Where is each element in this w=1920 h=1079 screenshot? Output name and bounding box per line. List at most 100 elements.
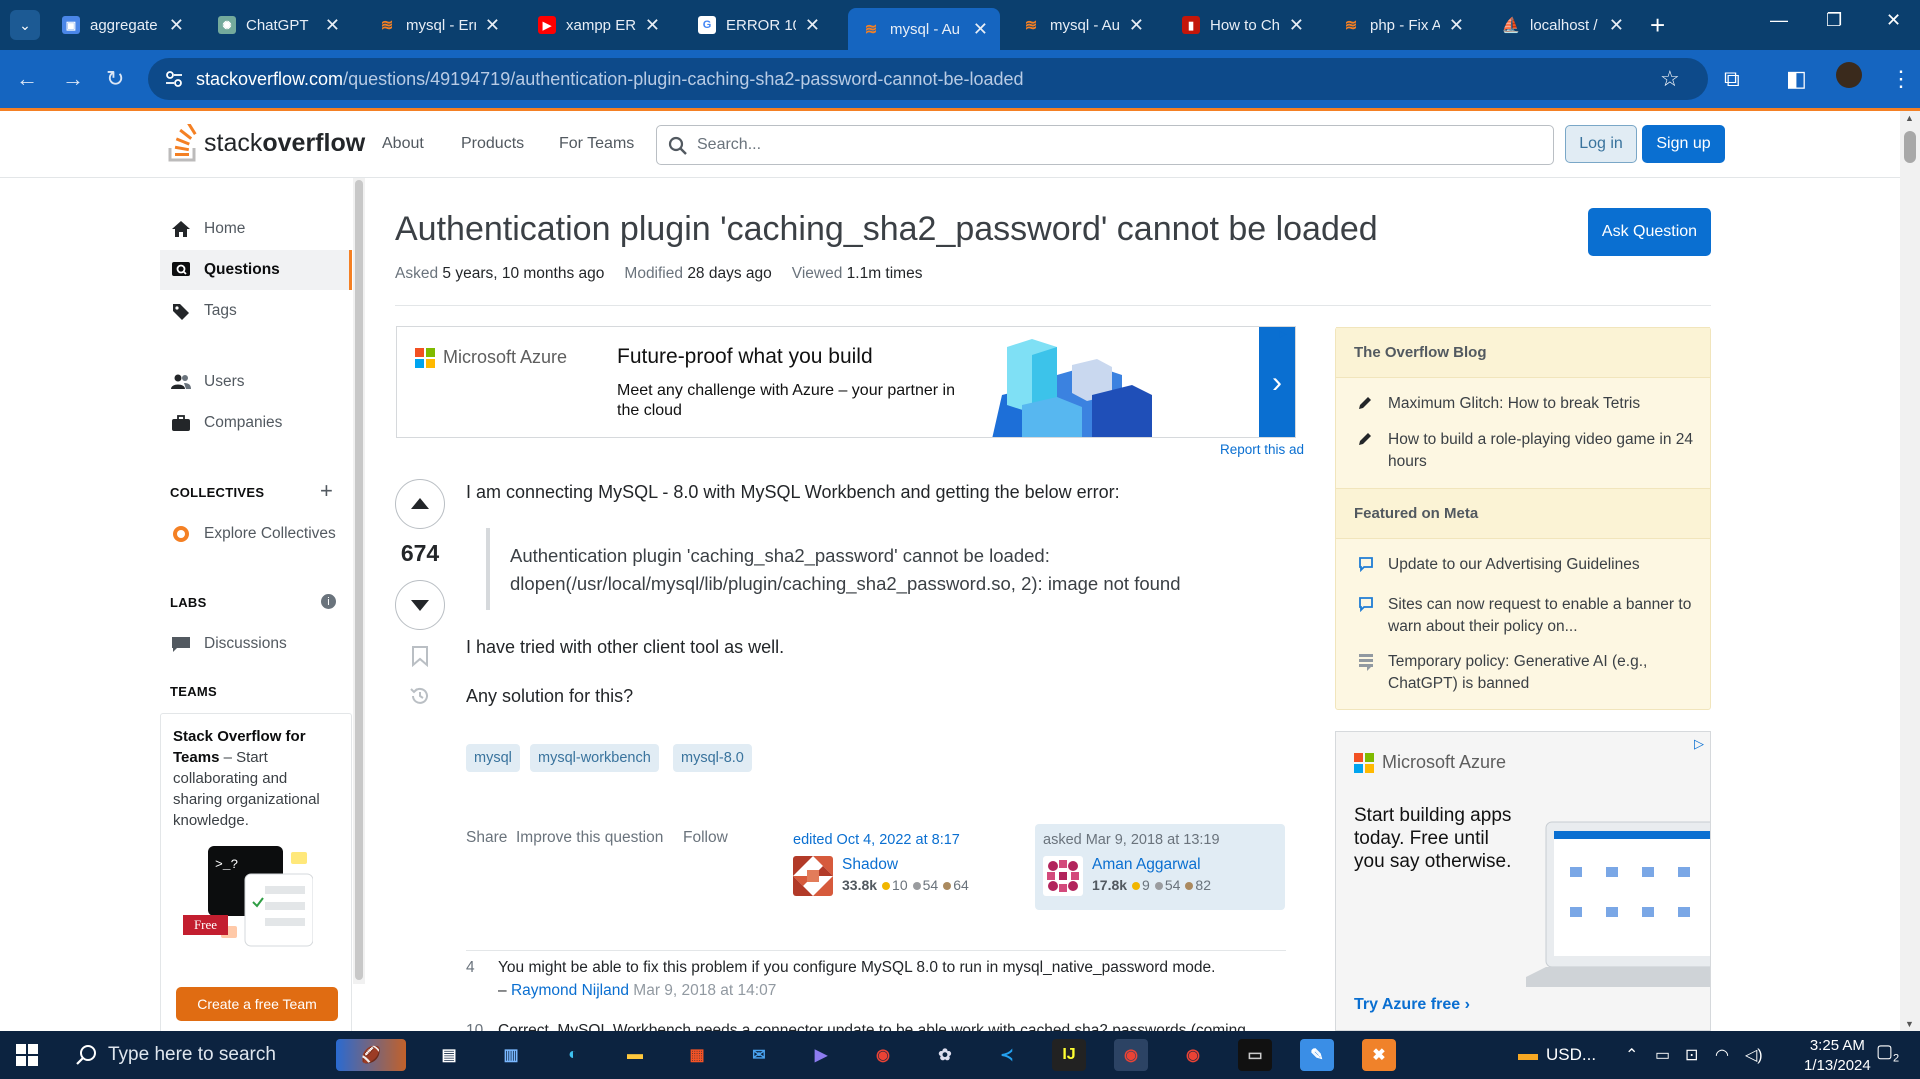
terminal-icon[interactable]: ▭ bbox=[1238, 1039, 1272, 1071]
scrollbar-thumb[interactable] bbox=[1904, 131, 1916, 163]
task-view-icon[interactable]: ▤ bbox=[432, 1039, 466, 1071]
close-icon[interactable]: ✕ bbox=[169, 15, 184, 36]
ask-question-button[interactable]: Ask Question bbox=[1588, 208, 1711, 256]
question-title[interactable]: Authentication plugin 'caching_sha2_pass… bbox=[395, 210, 1378, 249]
login-button[interactable]: Log in bbox=[1565, 125, 1637, 163]
sidebar-item-discussions[interactable]: Discussions bbox=[160, 624, 352, 664]
sidepanel-icon[interactable]: ◧ bbox=[1786, 66, 1807, 92]
chrome-work-icon[interactable]: ◉ bbox=[1176, 1039, 1210, 1071]
address-bar[interactable]: stackoverflow.com/questions/49194719/aut… bbox=[148, 58, 1708, 100]
edited-time-link[interactable]: edited Oct 4, 2022 at 8:17 bbox=[793, 832, 983, 848]
close-icon[interactable]: ✕ bbox=[805, 15, 820, 36]
back-icon[interactable]: ← bbox=[16, 66, 38, 92]
browser-tab[interactable]: ≋ mysql - Au ✕ bbox=[1008, 8, 1156, 42]
sidebar-item-questions[interactable]: Questions bbox=[160, 250, 352, 290]
chrome-icon[interactable]: ◉ bbox=[866, 1039, 900, 1071]
browser-tab[interactable]: ▮ How to Ch ✕ bbox=[1168, 8, 1316, 42]
scroll-down-icon[interactable]: ▼ bbox=[1905, 1019, 1914, 1029]
meta-post-link[interactable]: Sites can now request to enable a banner… bbox=[1358, 594, 1698, 638]
blog-post-link[interactable]: How to build a role-playing video game i… bbox=[1358, 429, 1698, 473]
meta-post-link[interactable]: Update to our Advertising Guidelines bbox=[1358, 554, 1698, 579]
profile-avatar[interactable] bbox=[1836, 62, 1862, 88]
browser-tab[interactable]: ✺ ChatGPT ✕ bbox=[204, 8, 352, 42]
downvote-button[interactable] bbox=[395, 580, 445, 630]
page-scrollbar[interactable]: ▲ ▼ bbox=[1900, 111, 1920, 1031]
nav-about[interactable]: About bbox=[382, 135, 424, 153]
mail-icon[interactable]: ✉ bbox=[742, 1039, 776, 1071]
bookmark-icon[interactable] bbox=[411, 645, 429, 667]
browser-tab[interactable]: G ERROR 104 ✕ bbox=[684, 8, 832, 42]
windows-start-icon[interactable] bbox=[16, 1044, 38, 1066]
intellij-icon[interactable]: IJ bbox=[1052, 1039, 1086, 1071]
adchoices-icon[interactable]: ▷ bbox=[1279, 329, 1293, 343]
add-collective-icon[interactable]: + bbox=[320, 478, 333, 504]
scroll-up-icon[interactable]: ▲ bbox=[1905, 113, 1914, 123]
browser-tab[interactable]: ≋ php - Fix A ✕ bbox=[1328, 8, 1476, 42]
browser-tab[interactable]: ≋ mysql - Err ✕ bbox=[364, 8, 512, 42]
xampp-icon[interactable]: ✖ bbox=[1362, 1039, 1396, 1071]
chrome-profile-icon[interactable]: ◉ bbox=[1114, 1039, 1148, 1071]
sidebar-item-home[interactable]: Home bbox=[160, 209, 352, 249]
weather-widget[interactable]: ▬ USD... bbox=[1518, 1043, 1596, 1066]
create-team-button[interactable]: Create a free Team bbox=[176, 987, 338, 1021]
site-info-icon[interactable] bbox=[164, 69, 184, 89]
tab-search-button[interactable]: ⌄ bbox=[10, 10, 40, 40]
editor-icon[interactable]: ✎ bbox=[1300, 1039, 1334, 1071]
sidebar-ad[interactable]: Microsoft Azure Start building apps toda… bbox=[1335, 731, 1711, 1031]
browser-tab[interactable]: ▶ xampp ERR ✕ bbox=[524, 8, 672, 42]
nav-products[interactable]: Products bbox=[461, 135, 524, 153]
battery-icon[interactable]: ▭ bbox=[1655, 1045, 1670, 1065]
ad-cta-link[interactable]: Try Azure free › bbox=[1354, 996, 1470, 1014]
new-tab-button[interactable]: + bbox=[1650, 10, 1665, 41]
asker-name[interactable]: Aman Aggarwal bbox=[1092, 856, 1211, 874]
blog-post-link[interactable]: Maximum Glitch: How to break Tetris bbox=[1358, 393, 1698, 417]
stackoverflow-logo[interactable]: stack overflow bbox=[168, 123, 365, 163]
volume-icon[interactable]: ◁) bbox=[1745, 1045, 1763, 1065]
user-avatar[interactable] bbox=[1043, 856, 1083, 896]
browser-tab-active[interactable]: ≋ mysql - Au ✕ bbox=[848, 8, 1000, 50]
notifications-icon[interactable]: ▢2 bbox=[1876, 1041, 1899, 1065]
close-icon[interactable]: ✕ bbox=[485, 15, 500, 36]
network-icon[interactable]: ⊡ bbox=[1685, 1045, 1698, 1065]
taskbar-search-box[interactable]: Type here to search bbox=[60, 1031, 330, 1079]
info-icon[interactable]: i bbox=[321, 594, 336, 609]
browser-tab[interactable]: ▣ aggregate ✕ bbox=[48, 8, 196, 42]
bookmark-star-icon[interactable]: ☆ bbox=[1660, 66, 1680, 92]
history-icon[interactable] bbox=[409, 685, 431, 707]
share-link[interactable]: Share bbox=[466, 829, 507, 847]
close-icon[interactable]: ✕ bbox=[1609, 15, 1624, 36]
paint-icon[interactable]: ✿ bbox=[928, 1039, 962, 1071]
vscode-icon[interactable]: ≺ bbox=[990, 1039, 1024, 1071]
extensions-icon[interactable]: ⧉ bbox=[1724, 66, 1740, 92]
sidebar-scrollbar[interactable] bbox=[353, 178, 365, 984]
restore-icon[interactable]: ❐ bbox=[1826, 10, 1842, 31]
close-icon[interactable]: ✕ bbox=[1129, 15, 1144, 36]
signup-button[interactable]: Sign up bbox=[1642, 125, 1725, 163]
chevron-up-icon[interactable]: ⌃ bbox=[1625, 1045, 1638, 1065]
improve-question-link[interactable]: Improve this question bbox=[516, 829, 663, 847]
ad-next-arrow-icon[interactable]: › bbox=[1259, 327, 1295, 437]
comment-time[interactable]: Mar 9, 2018 at 14:07 bbox=[633, 982, 776, 999]
follow-link[interactable]: Follow bbox=[683, 829, 728, 847]
system-clock[interactable]: 3:25 AM 1/13/2024 bbox=[1804, 1036, 1871, 1076]
adchoices-icon[interactable]: ▷ bbox=[1694, 736, 1704, 752]
microsoft-store-icon[interactable]: ▦ bbox=[680, 1039, 714, 1071]
sidebar-item-users[interactable]: Users bbox=[160, 362, 352, 402]
widgets-icon[interactable]: 🏈 bbox=[336, 1039, 406, 1071]
modified-value[interactable]: 28 days ago bbox=[687, 265, 771, 282]
browser-tab[interactable]: ⛵ localhost / ✕ bbox=[1488, 8, 1636, 42]
minimize-icon[interactable]: — bbox=[1770, 10, 1788, 31]
editor-name[interactable]: Shadow bbox=[842, 856, 969, 874]
wifi-icon[interactable]: ◠ bbox=[1715, 1045, 1729, 1065]
nav-for-teams[interactable]: For Teams bbox=[559, 135, 634, 153]
explore-collectives-link[interactable]: Explore Collectives bbox=[160, 514, 352, 554]
forward-icon[interactable]: → bbox=[62, 66, 84, 92]
file-explorer-icon[interactable]: ▬ bbox=[618, 1039, 652, 1071]
sidebar-item-companies[interactable]: Companies bbox=[160, 403, 352, 443]
tag-mysql-8[interactable]: mysql-8.0 bbox=[673, 744, 752, 772]
close-icon[interactable]: ✕ bbox=[645, 15, 660, 36]
ad-banner[interactable]: Microsoft Azure Future-proof what you bu… bbox=[396, 326, 1296, 438]
close-icon[interactable]: ✕ bbox=[973, 19, 988, 40]
close-icon[interactable]: ✕ bbox=[1289, 15, 1304, 36]
tag-mysql-workbench[interactable]: mysql-workbench bbox=[530, 744, 659, 772]
